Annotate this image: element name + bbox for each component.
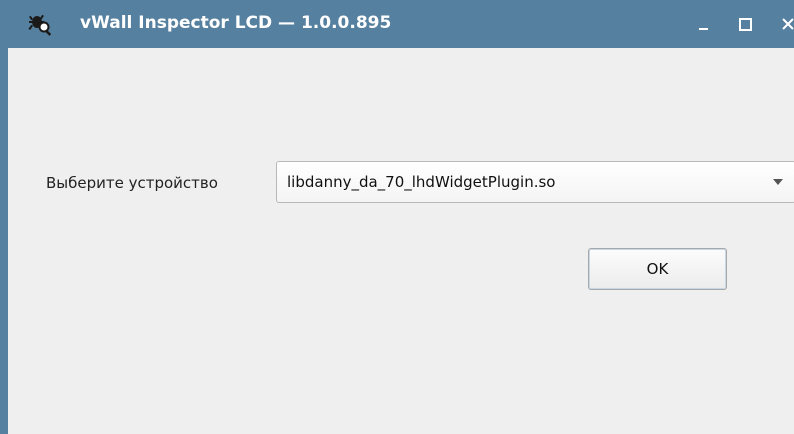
maximize-icon <box>739 18 752 31</box>
chevron-down-icon <box>773 179 783 185</box>
minimize-button[interactable] <box>690 10 718 38</box>
dialog-content: Выберите устройство libdanny_da_70_lhdWi… <box>8 48 794 434</box>
title-bar[interactable]: vWall Inspector LCD — 1.0.0.895 <box>8 0 794 48</box>
ok-button[interactable]: OK <box>588 248 727 290</box>
minimize-icon <box>699 28 708 30</box>
dialog-window: vWall Inspector LCD — 1.0.0.895 Выберите… <box>0 0 794 434</box>
window-title: vWall Inspector LCD — 1.0.0.895 <box>80 13 392 33</box>
maximize-button[interactable] <box>732 10 760 38</box>
device-select-value: libdanny_da_70_lhdWidgetPlugin.so <box>287 173 556 191</box>
close-button[interactable] <box>774 10 794 38</box>
device-label: Выберите устройство <box>46 174 218 192</box>
close-icon <box>782 18 794 30</box>
device-select[interactable]: libdanny_da_70_lhdWidgetPlugin.so <box>276 161 794 203</box>
bug-magnifier-icon <box>28 12 52 36</box>
